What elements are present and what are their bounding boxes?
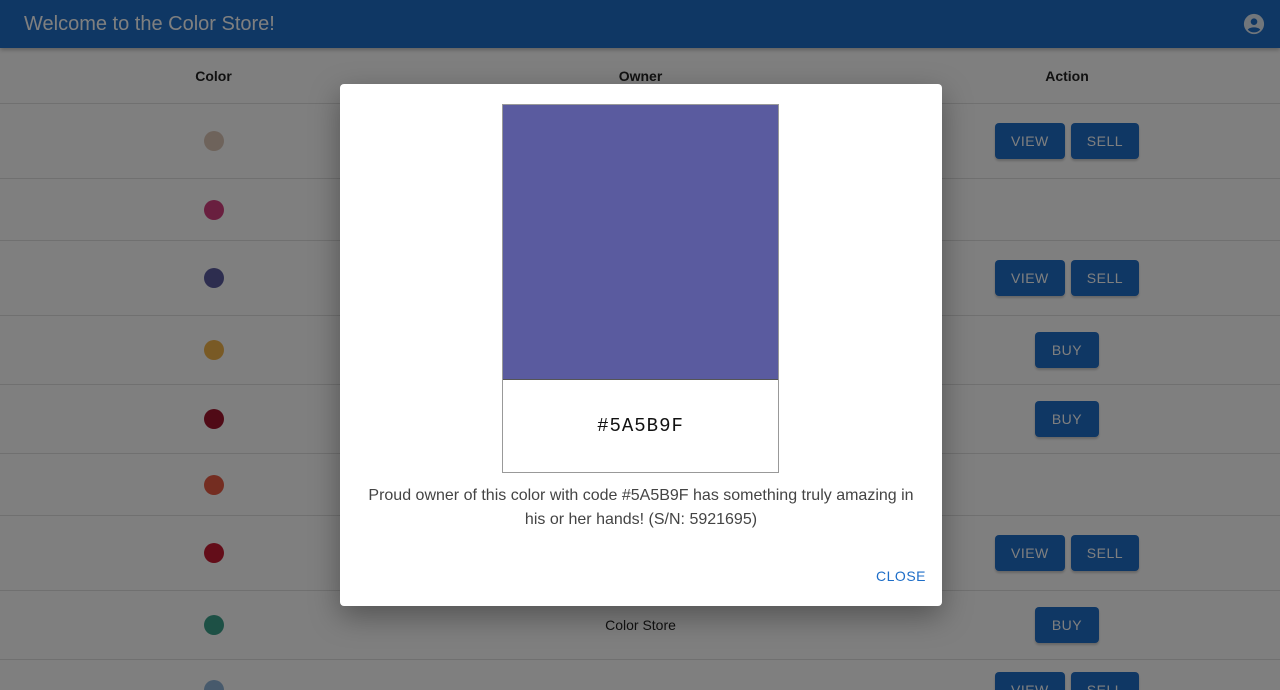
color-detail-dialog: #5A5B9F Proud owner of this color with c…	[340, 84, 942, 606]
color-card: #5A5B9F	[502, 104, 779, 473]
color-description: Proud owner of this color with code #5A5…	[368, 487, 914, 528]
color-code: #5A5B9F	[597, 415, 684, 437]
close-button[interactable]: CLOSE	[876, 568, 926, 584]
color-preview	[503, 105, 778, 380]
